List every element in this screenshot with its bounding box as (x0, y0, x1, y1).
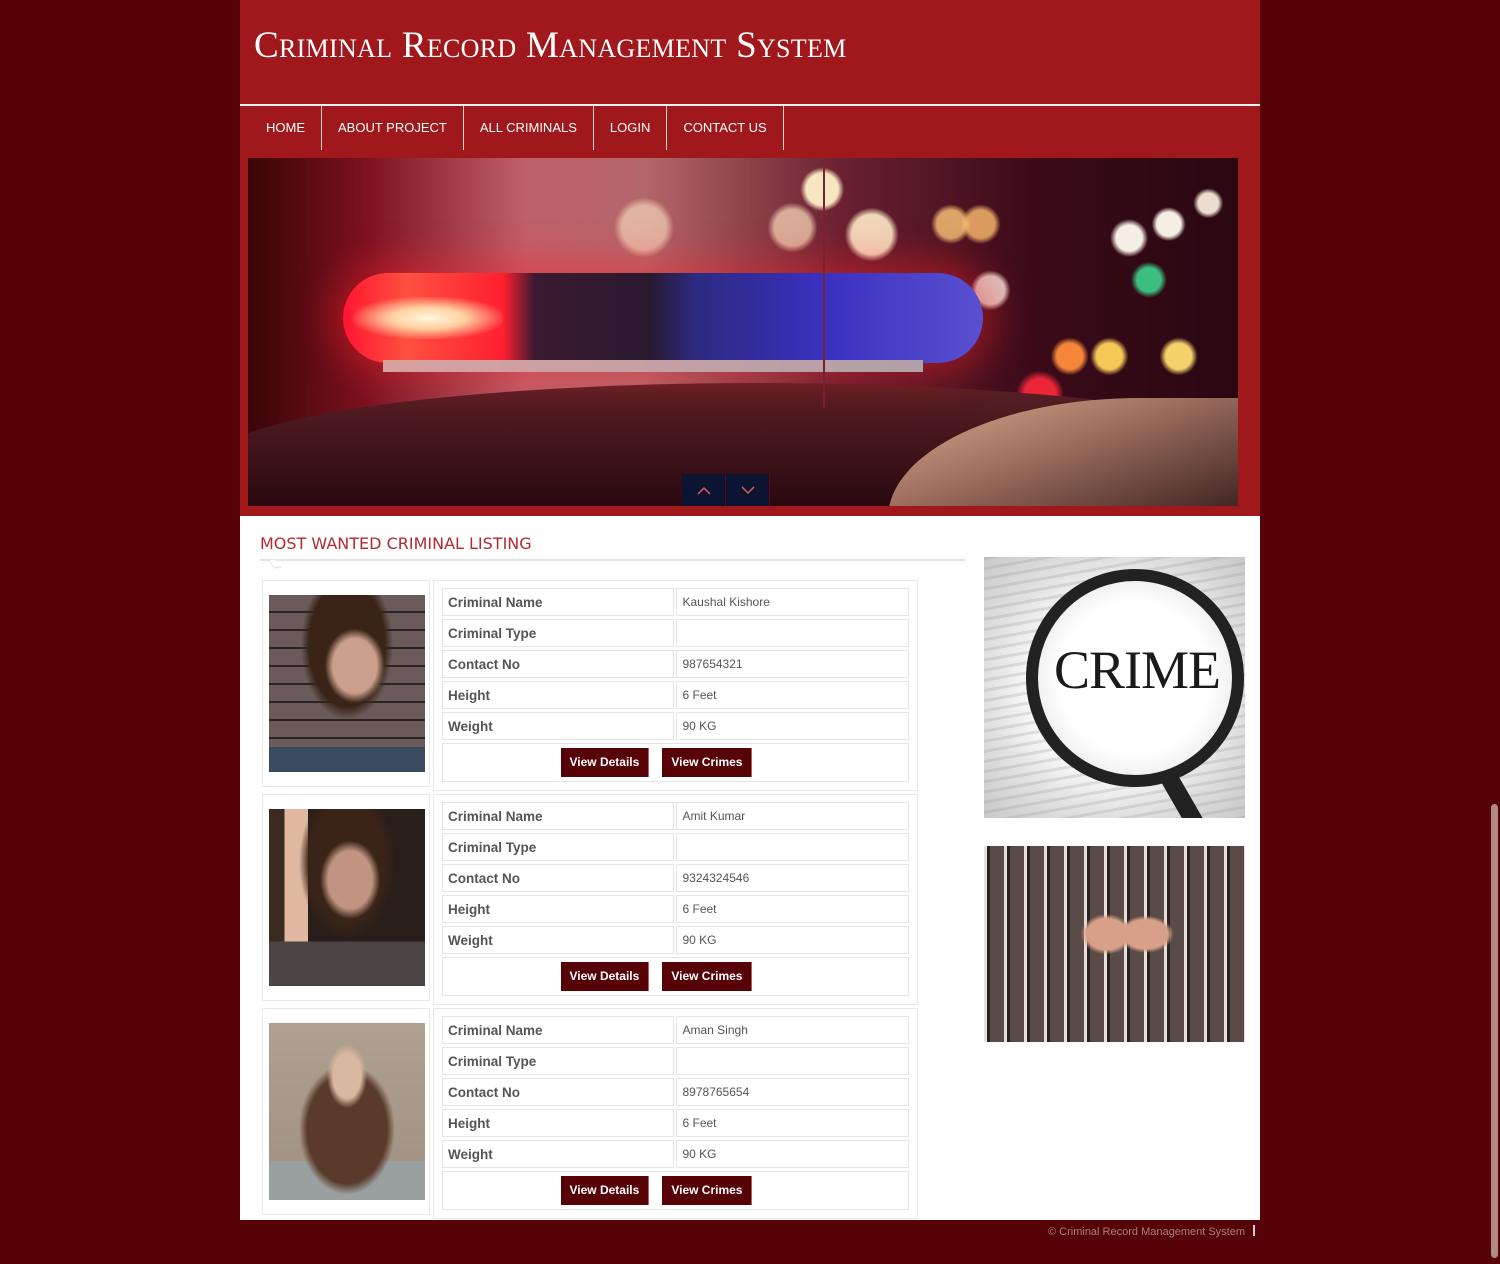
banner-lightbar-base (383, 360, 923, 372)
main-content: MOST WANTED CRIMINAL LISTING Criminal Na… (240, 516, 1260, 1220)
value-height: 6 Feet (675, 895, 909, 923)
value-height: 6 Feet (675, 1109, 909, 1137)
label-criminal-name: Criminal Name (442, 588, 674, 616)
criminal-photo (269, 595, 425, 772)
label-criminal-name: Criminal Name (442, 802, 674, 830)
info-row-contact: Contact No 987654321 (442, 650, 909, 678)
photo-cell (262, 1008, 430, 1215)
info-row-name: Criminal Name Aman Singh (442, 1016, 909, 1044)
view-crimes-button[interactable]: View Crimes (662, 1176, 753, 1205)
nav-login[interactable]: LOGIN (594, 106, 668, 150)
footer-separator (1253, 1225, 1256, 1236)
view-details-button[interactable]: View Details (560, 962, 650, 991)
value-criminal-type (675, 833, 909, 861)
value-criminal-name: Aman Singh (675, 1016, 909, 1044)
label-contact-no: Contact No (442, 1078, 674, 1106)
label-weight: Weight (442, 1140, 674, 1168)
view-crimes-button[interactable]: View Crimes (662, 962, 753, 991)
view-details-button[interactable]: View Details (560, 748, 650, 777)
footer: © Criminal Record Management System (1048, 1225, 1256, 1238)
value-weight: 90 KG (675, 712, 909, 740)
banner-police-lightbar (343, 273, 983, 363)
value-criminal-type (675, 1047, 909, 1075)
value-contact-no: 987654321 (675, 650, 909, 678)
info-table: Criminal Name Aman Singh Criminal Type C… (433, 1008, 918, 1219)
info-row-height: Height 6 Feet (442, 1109, 909, 1137)
criminal-record: Criminal Name Kaushal Kishore Criminal T… (262, 580, 918, 791)
action-row: View Details View Crimes (442, 957, 909, 996)
value-weight: 90 KG (675, 926, 909, 954)
value-contact-no: 9324324546 (675, 864, 909, 892)
photo-cell (262, 580, 430, 787)
footer-copyright: © Criminal Record Management System (1048, 1226, 1246, 1238)
photo-cell (262, 794, 430, 1001)
action-row: View Details View Crimes (442, 743, 909, 782)
nav-about-project[interactable]: ABOUT PROJECT (322, 106, 464, 150)
section-heading: MOST WANTED CRIMINAL LISTING (260, 534, 532, 553)
slider-controls (682, 474, 770, 506)
criminal-photo (269, 809, 425, 986)
label-contact-no: Contact No (442, 650, 674, 678)
info-row-height: Height 6 Feet (442, 681, 909, 709)
criminal-listing: Criminal Name Kaushal Kishore Criminal T… (262, 580, 918, 1222)
value-height: 6 Feet (675, 681, 909, 709)
label-contact-no: Contact No (442, 864, 674, 892)
info-row-height: Height 6 Feet (442, 895, 909, 923)
info-row-type: Criminal Type (442, 833, 909, 861)
info-table: Criminal Name Kaushal Kishore Criminal T… (433, 580, 918, 791)
chevron-up-icon (696, 486, 711, 495)
info-row-weight: Weight 90 KG (442, 926, 909, 954)
site-header: Criminal Record Management System (240, 0, 1260, 104)
page-container: Criminal Record Management System HOME A… (240, 0, 1260, 1220)
info-row-contact: Contact No 9324324546 (442, 864, 909, 892)
info-row-weight: Weight 90 KG (442, 1140, 909, 1168)
slider-next-button[interactable] (726, 474, 770, 506)
label-height: Height (442, 681, 674, 709)
info-table: Criminal Name Amit Kumar Criminal Type C… (433, 794, 918, 1005)
criminal-record: Criminal Name Aman Singh Criminal Type C… (262, 1008, 918, 1219)
crime-magnifier-image: CRIME (984, 557, 1245, 818)
info-row-name: Criminal Name Kaushal Kishore (442, 588, 909, 616)
slider-prev-button[interactable] (682, 474, 726, 506)
prison-bars-image (984, 846, 1245, 1042)
banner-light-glow (353, 297, 503, 339)
info-row-contact: Contact No 8978765654 (442, 1078, 909, 1106)
label-criminal-type: Criminal Type (442, 619, 674, 647)
label-height: Height (442, 895, 674, 923)
label-height: Height (442, 1109, 674, 1137)
site-title: Criminal Record Management System (254, 25, 847, 66)
label-criminal-type: Criminal Type (442, 1047, 674, 1075)
value-criminal-name: Kaushal Kishore (675, 588, 909, 616)
criminal-record: Criminal Name Amit Kumar Criminal Type C… (262, 794, 918, 1005)
label-criminal-name: Criminal Name (442, 1016, 674, 1044)
value-criminal-type (675, 619, 909, 647)
label-weight: Weight (442, 712, 674, 740)
info-row-name: Criminal Name Amit Kumar (442, 802, 909, 830)
heading-underline (260, 559, 965, 561)
action-row: View Details View Crimes (442, 1171, 909, 1210)
criminal-photo (269, 1023, 425, 1200)
info-row-type: Criminal Type (442, 1047, 909, 1075)
info-row-type: Criminal Type (442, 619, 909, 647)
main-nav: HOME ABOUT PROJECT ALL CRIMINALS LOGIN C… (240, 106, 1260, 150)
nav-contact-us[interactable]: CONTACT US (667, 106, 784, 150)
crime-image-text: CRIME (1054, 640, 1221, 700)
chevron-down-icon (740, 486, 755, 495)
banner-wrapper (240, 150, 1260, 516)
label-weight: Weight (442, 926, 674, 954)
info-row-weight: Weight 90 KG (442, 712, 909, 740)
banner-antenna (823, 168, 825, 408)
value-criminal-name: Amit Kumar (675, 802, 909, 830)
value-weight: 90 KG (675, 1140, 909, 1168)
view-details-button[interactable]: View Details (560, 1176, 650, 1205)
value-contact-no: 8978765654 (675, 1078, 909, 1106)
view-crimes-button[interactable]: View Crimes (662, 748, 753, 777)
page-scrollbar[interactable] (1491, 804, 1498, 1258)
hero-banner-police-car-image (248, 158, 1238, 506)
label-criminal-type: Criminal Type (442, 833, 674, 861)
nav-home[interactable]: HOME (240, 106, 322, 150)
nav-all-criminals[interactable]: ALL CRIMINALS (464, 106, 594, 150)
